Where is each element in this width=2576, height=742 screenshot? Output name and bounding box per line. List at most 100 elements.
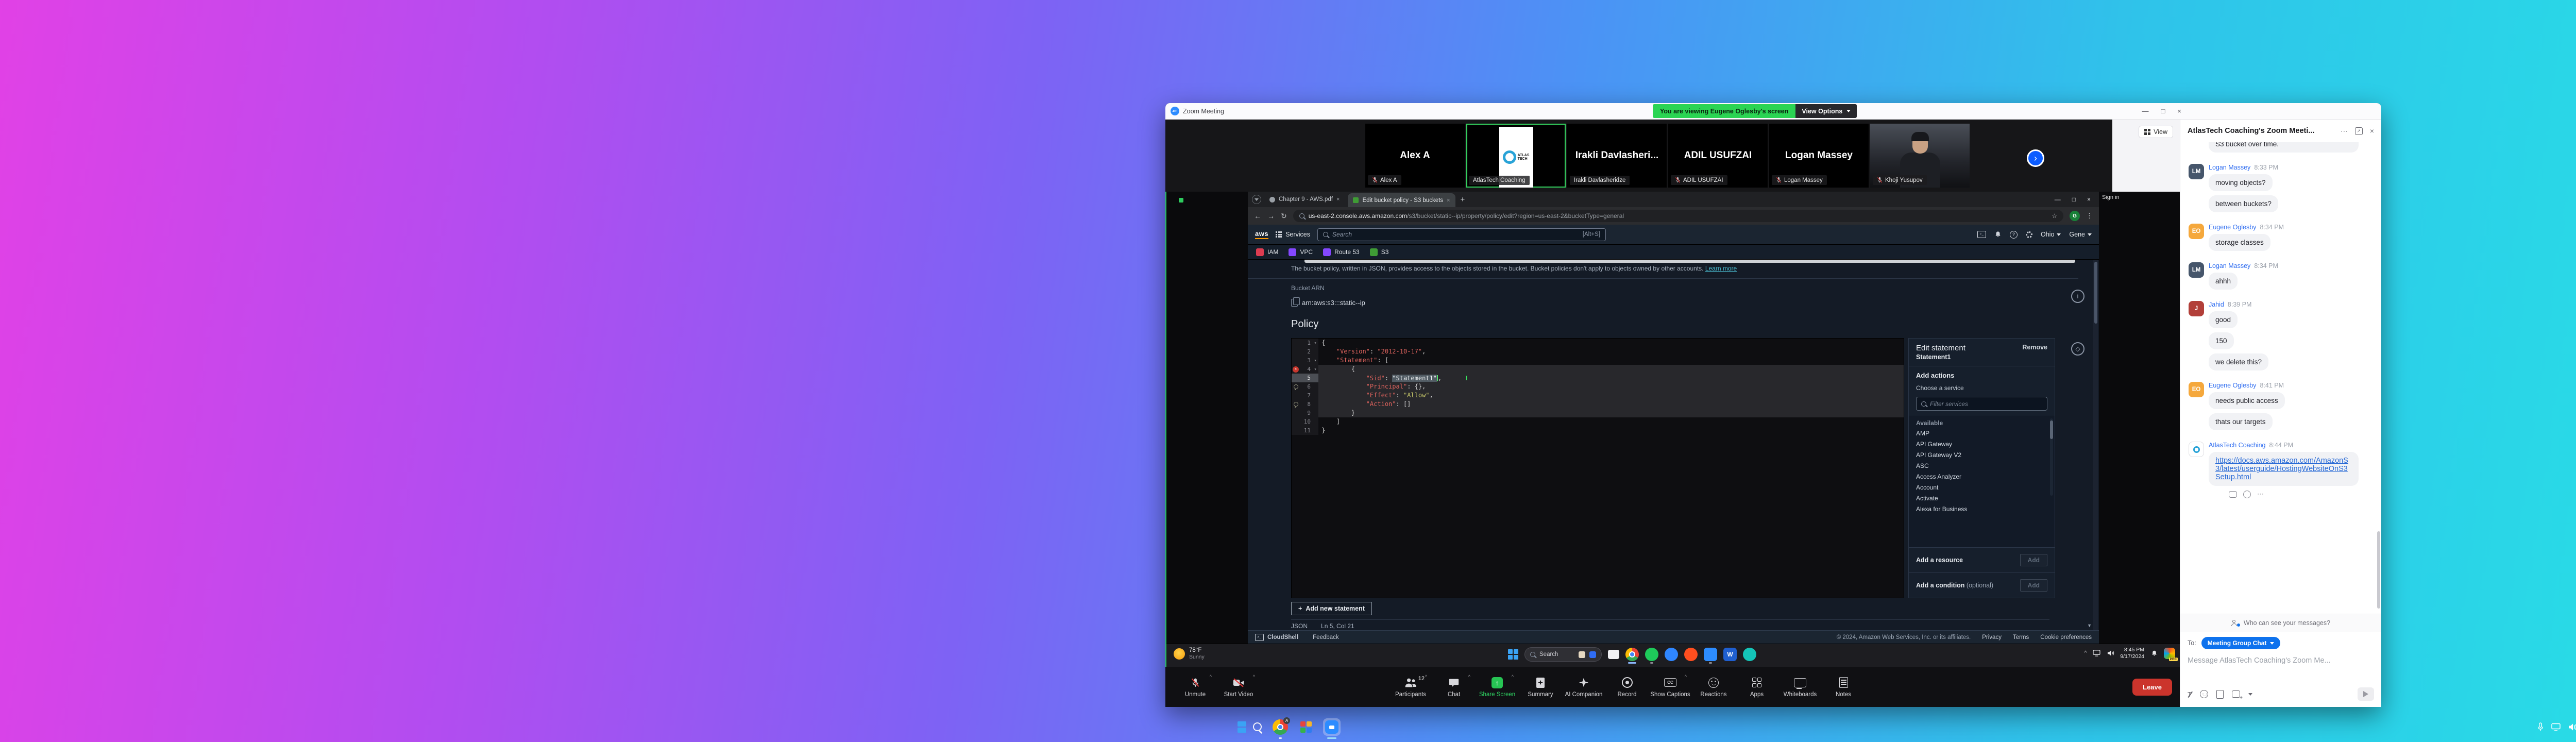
editor-line[interactable]: 1 ▾{	[1292, 339, 1904, 347]
editor-line[interactable]: 2 "Version": "2012-10-17",	[1292, 347, 1904, 356]
service-option[interactable]: Alexa for Business	[1909, 503, 2055, 514]
chat-message-list[interactable]: automatically apply actions to objects i…	[2180, 142, 2381, 614]
service-list[interactable]: Available AMP API Gateway API Gateway V2…	[1909, 415, 2055, 547]
settings-gear-icon[interactable]	[2026, 231, 2032, 238]
who-can-see-banner[interactable]: Who can see your messages?	[2180, 614, 2381, 632]
screenshot-icon[interactable]	[2231, 690, 2243, 701]
chrome-taskbar-icon[interactable]: A	[1272, 717, 1290, 739]
notes-button[interactable]: Notes	[1822, 667, 1865, 707]
cookie-preferences-link[interactable]: Cookie preferences	[2040, 634, 2092, 640]
favorite-iam[interactable]: IAM	[1256, 248, 1278, 256]
reload-icon[interactable]: ↻	[1281, 212, 1287, 221]
service-list-scrollbar[interactable]	[2050, 418, 2053, 496]
video-options-chevron[interactable]: ^	[1253, 674, 1255, 679]
show-captions-button[interactable]: CC Show Captions ^	[1649, 667, 1692, 707]
service-option[interactable]: Activate	[1909, 493, 2055, 503]
notification-bell-icon[interactable]	[2150, 649, 2158, 657]
speaker-tray-icon[interactable]	[2568, 723, 2576, 734]
share-options-chevron[interactable]: ^	[1512, 674, 1514, 679]
speaker-icon[interactable]	[2106, 649, 2114, 657]
chat-more-icon[interactable]: ⋯	[2341, 127, 2348, 136]
participant-tile[interactable]: ADIL USUFZAI ADIL USUFZAI	[1668, 124, 1768, 188]
close-icon[interactable]: ×	[2177, 107, 2181, 115]
mic-tray-icon[interactable]	[2537, 722, 2544, 734]
browser-maximize-icon[interactable]: □	[2072, 196, 2076, 203]
info-panel-toggle-icon[interactable]: i	[2071, 290, 2084, 303]
record-button[interactable]: Record	[1605, 667, 1649, 707]
reactions-button[interactable]: Reactions	[1692, 667, 1735, 707]
participant-tile-video[interactable]: Khoji Yusupov	[1870, 124, 1970, 188]
minimize-icon[interactable]: —	[2142, 107, 2149, 115]
code-text[interactable]: "Principal": {},	[1318, 382, 1904, 391]
terms-link[interactable]: Terms	[2013, 634, 2029, 640]
tab-close-icon[interactable]: ×	[1447, 197, 1450, 204]
account-menu[interactable]: Gene	[2069, 231, 2092, 238]
captions-options-chevron[interactable]: ^	[1685, 674, 1687, 679]
reply-icon[interactable]	[2229, 491, 2237, 498]
aws-search-box[interactable]: Search [Alt+S]	[1317, 228, 1606, 241]
leave-button[interactable]: Leave	[2132, 678, 2172, 696]
teal-app-icon[interactable]	[1743, 648, 1756, 661]
editor-line[interactable]: ✕ 4 ▾ {	[1292, 365, 1904, 374]
start-button-icon[interactable]	[1238, 721, 1246, 733]
service-option[interactable]: Account	[1909, 482, 2055, 493]
browser-tab-s3-policy[interactable]: Edit bucket policy - S3 buckets ×	[1348, 193, 1455, 207]
add-condition-button[interactable]: Add	[2020, 579, 2047, 592]
code-text[interactable]: ]	[1318, 417, 1904, 426]
display-tray-icon[interactable]	[2551, 723, 2561, 734]
filter-services-input[interactable]: Filter services	[1916, 397, 2047, 411]
editor-empty-area[interactable]	[1292, 435, 1904, 598]
sender-name[interactable]: Logan Massey	[2209, 164, 2250, 171]
participants-options-chevron[interactable]: ^	[1425, 674, 1427, 679]
share-screen-button[interactable]: ↑ Share Screen ^	[1476, 667, 1519, 707]
browser-close-icon[interactable]: ×	[2087, 196, 2091, 203]
copy-icon[interactable]	[1291, 297, 1300, 307]
shared-taskbar-clock[interactable]: 8:45 PM 9/17/2024	[2120, 647, 2144, 660]
editor-line[interactable]: 9 }	[1292, 409, 1904, 417]
sender-name[interactable]: Logan Massey	[2209, 262, 2250, 269]
help-icon[interactable]: ?	[2010, 230, 2018, 239]
fold-icon[interactable]: ▾	[1312, 356, 1318, 365]
chat-button[interactable]: Chat ^	[1432, 667, 1476, 707]
site-info-icon[interactable]	[1299, 213, 1304, 218]
blue-app-icon[interactable]	[1665, 648, 1678, 661]
unmute-button[interactable]: Unmute ^	[1174, 667, 1217, 707]
word-icon[interactable]: W	[1723, 648, 1737, 661]
bookmark-star-icon[interactable]: ☆	[2052, 212, 2057, 220]
apps-button[interactable]: Apps	[1735, 667, 1778, 707]
code-text[interactable]: {	[1318, 339, 1904, 347]
zoom-app-icon[interactable]	[1704, 648, 1717, 661]
participants-button[interactable]: 12 Participants ^	[1389, 667, 1432, 707]
start-button-icon[interactable]	[1508, 649, 1518, 660]
editor-line[interactable]: 8 "Action": []	[1292, 400, 1904, 409]
browser-tab-pdf[interactable]: Chapter 9 - AWS.pdf ×	[1264, 193, 1345, 206]
sender-name[interactable]: Eugene Oglesby	[2209, 382, 2256, 389]
service-option[interactable]: Access Analyzer	[1909, 471, 2055, 482]
office-taskbar-icon[interactable]	[1297, 718, 1315, 736]
add-resource-button[interactable]: Add	[2020, 554, 2047, 566]
scroll-down-arrow-icon[interactable]: ▼	[2087, 623, 2092, 628]
start-video-button[interactable]: Start Video ^	[1217, 667, 1260, 707]
code-text[interactable]: "Effect": "Allow",	[1318, 391, 1904, 400]
recipient-selector[interactable]: Meeting Group Chat	[2201, 637, 2281, 649]
shared-link[interactable]: https://docs.aws.amazon.com/AmazonS3/lat…	[2215, 457, 2348, 481]
taskbar-search-icon[interactable]	[1252, 721, 1263, 733]
region-selector[interactable]: Ohio	[2041, 231, 2061, 238]
feedback-link[interactable]: Feedback	[1313, 634, 1339, 640]
editor-line[interactable]: 5 "Sid": "Statement1",	[1292, 374, 1904, 382]
ai-companion-button[interactable]: AI Companion	[1562, 667, 1605, 707]
participant-tile-active-speaker[interactable]: ATLAS TECH AtlasTech Coaching	[1466, 124, 1566, 188]
format-icon[interactable]: T	[2188, 690, 2192, 698]
tab-search-icon[interactable]	[1252, 195, 1261, 204]
forward-icon[interactable]: →	[1267, 212, 1275, 220]
summary-button[interactable]: Summary	[1519, 667, 1562, 707]
sender-name[interactable]: Eugene Oglesby	[2209, 224, 2256, 231]
favorite-s3[interactable]: S3	[1369, 248, 1388, 256]
cloudshell-button[interactable]: >_ CloudShell	[1255, 634, 1298, 641]
participant-tile[interactable]: Alex A Alex A	[1365, 124, 1465, 188]
view-options-button[interactable]: View Options	[1795, 104, 1857, 118]
learn-more-link[interactable]: Learn more	[1705, 265, 1737, 272]
new-tab-button[interactable]: +	[1461, 195, 1465, 204]
favorite-route53[interactable]: Route 53	[1323, 248, 1360, 256]
chat-scrollbar[interactable]	[2377, 531, 2380, 609]
